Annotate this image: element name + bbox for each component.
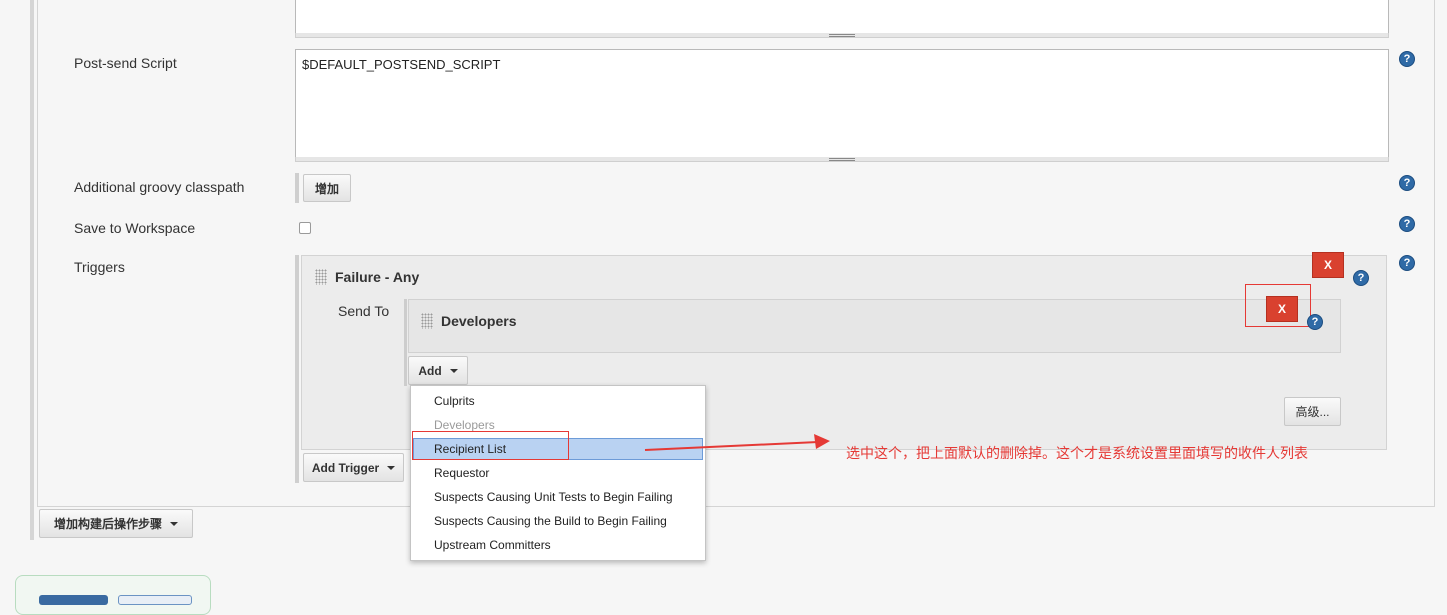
add-trigger-button[interactable]: Add Trigger (303, 453, 404, 482)
recipient-drag-handle-icon[interactable] (421, 313, 433, 329)
groovy-help-icon[interactable]: ? (1399, 175, 1415, 191)
add-trigger-label: Add Trigger (311, 460, 380, 475)
groovy-add-button[interactable]: 增加 (303, 174, 351, 202)
apply-button[interactable] (118, 595, 192, 605)
menu-item-developers: Developers (434, 418, 495, 432)
annotation-text: 选中这个，把上面默认的删除掉。这个才是系统设置里面填写的收件人列表 (846, 445, 1308, 461)
postsend-script-label: Post-send Script (74, 55, 177, 71)
add-recipient-menu: Culprits Developers Recipient List Reque… (410, 385, 706, 561)
trigger-delete-button[interactable]: X (1312, 252, 1344, 278)
chevron-down-icon (170, 521, 178, 526)
send-to-label: Send To (338, 303, 390, 319)
menu-item-suspects-unit-tests[interactable]: Suspects Causing Unit Tests to Begin Fai… (434, 490, 673, 504)
menu-item-suspects-build[interactable]: Suspects Causing the Build to Begin Fail… (434, 514, 667, 528)
annotation-highlight-box (412, 431, 569, 460)
add-post-build-step-label: 增加构建后操作步骤 (53, 517, 162, 531)
section-rule (30, 0, 34, 540)
advanced-button[interactable]: 高级... (1284, 397, 1341, 426)
trigger-title: Failure - Any (335, 269, 420, 285)
save-button[interactable] (39, 595, 108, 605)
postsend-script-textarea[interactable] (295, 49, 1389, 158)
groovy-rule (295, 173, 299, 203)
save-workspace-help-icon[interactable]: ? (1399, 216, 1415, 232)
add-recipient-label: Add (418, 363, 442, 378)
recipient-developers (408, 299, 1341, 353)
postsend-help-icon[interactable]: ? (1399, 51, 1415, 67)
postsend-script-resize-grip[interactable] (295, 157, 1389, 162)
add-post-build-step-button[interactable]: 增加构建后操作步骤 (39, 509, 193, 538)
annotation-arrow-icon (644, 434, 830, 451)
menu-item-upstream-committers[interactable]: Upstream Committers (434, 538, 551, 552)
trigger-help-icon[interactable]: ? (1353, 270, 1369, 286)
annotation-highlight-box (1245, 284, 1311, 327)
chevron-down-icon (449, 368, 458, 373)
triggers-help-icon[interactable]: ? (1399, 255, 1415, 271)
triggers-label: Triggers (74, 259, 125, 275)
menu-item-requestor[interactable]: Requestor (434, 466, 489, 480)
recipient-help-icon[interactable]: ? (1307, 314, 1323, 330)
groovy-classpath-label: Additional groovy classpath (74, 179, 245, 195)
menu-item-culprits[interactable]: Culprits (434, 394, 475, 408)
trigger-drag-handle-icon[interactable] (315, 269, 327, 285)
chevron-down-icon (387, 465, 396, 470)
presend-script-textarea[interactable] (295, 0, 1389, 34)
save-workspace-label: Save to Workspace (74, 220, 196, 236)
presend-script-resize-grip[interactable] (295, 33, 1389, 38)
recipient-title: Developers (441, 313, 517, 329)
save-workspace-checkbox[interactable] (299, 222, 311, 234)
trigger-rule (295, 255, 299, 483)
send-to-rule (404, 299, 407, 386)
add-recipient-button[interactable]: Add (408, 356, 468, 385)
